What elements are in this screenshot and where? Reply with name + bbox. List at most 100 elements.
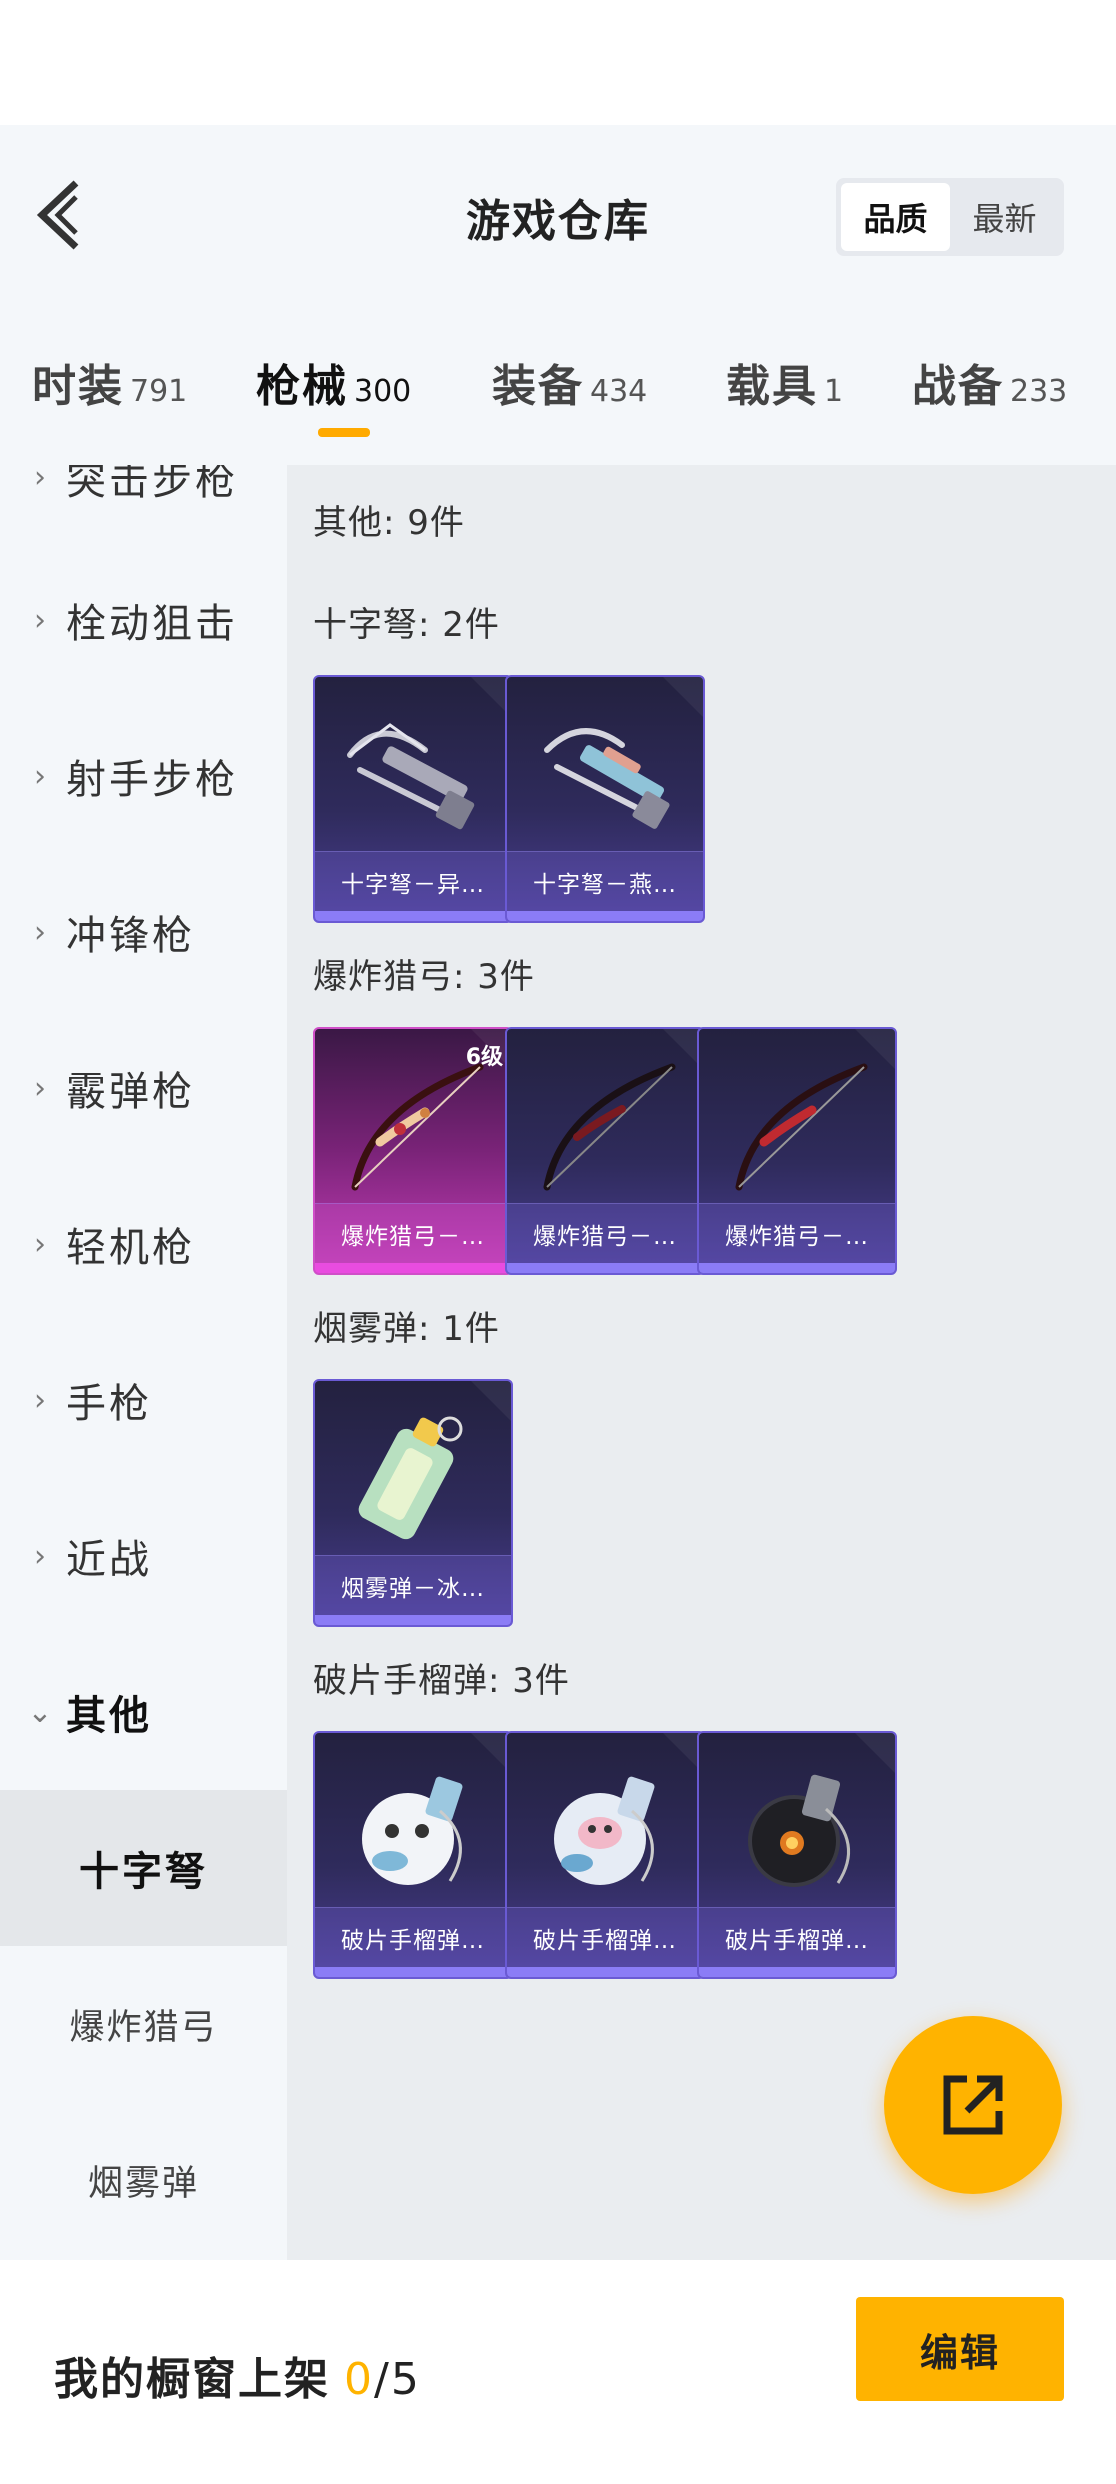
sidebar-item-pistol[interactable]: › 手枪	[0, 1350, 287, 1450]
grenade-icon	[748, 1774, 851, 1887]
group-title-explosive-bow: 爆炸猎弓: 3件	[313, 957, 535, 997]
item-card-crossbow-2[interactable]: 十字弩－燕…	[505, 675, 705, 923]
status-bar	[0, 0, 1116, 125]
tab-guns[interactable]: 枪械 300	[256, 350, 411, 414]
card-bar	[507, 1967, 703, 1977]
sort-option-newest[interactable]: 最新	[950, 183, 1059, 251]
sidebar-item-label: 霰弹枪	[66, 1069, 195, 1115]
card-label: 破片手榴弹…	[315, 1907, 511, 1967]
sidebar-item-lmg[interactable]: › 轻机枪	[0, 1194, 287, 1294]
sidebar-item-melee[interactable]: › 近战	[0, 1506, 287, 1606]
card-label: 十字弩－燕…	[507, 851, 703, 911]
card-bar	[699, 1967, 895, 1977]
item-card-crossbow-1[interactable]: 十字弩－异…	[313, 675, 513, 923]
sidebar-subitem-label: 十字弩	[79, 1849, 208, 1895]
card-label: 爆炸猎弓－…	[507, 1203, 703, 1263]
sidebar-subitem-label: 烟雾弹	[87, 2163, 199, 2204]
card-label: 破片手榴弹…	[507, 1907, 703, 1967]
tab-label: 装备	[492, 361, 584, 412]
item-card-bow-2[interactable]: 爆炸猎弓－…	[505, 1027, 705, 1275]
tab-label: 载具	[726, 361, 818, 412]
crossbow-icon	[347, 723, 475, 830]
card-bar	[315, 911, 511, 921]
sidebar-subitem-crossbow[interactable]: 十字弩	[0, 1790, 287, 1946]
tab-count: 1	[824, 374, 844, 409]
card-bar	[315, 1263, 511, 1273]
sort-toggle: 品质 最新	[836, 178, 1064, 256]
card-bar	[699, 1263, 895, 1273]
item-card-frag-2[interactable]: 破片手榴弹…	[505, 1731, 705, 1979]
sidebar-item-label: 突击步枪	[66, 465, 238, 504]
tab-gear[interactable]: 战备 233	[912, 350, 1067, 414]
item-card-smoke-1[interactable]: 烟雾弹－冰…	[313, 1379, 513, 1627]
sidebar-item-label: 射手步枪	[66, 757, 238, 803]
showcase-status: 我的橱窗上架 0 /5	[54, 2343, 421, 2407]
item-card-frag-1[interactable]: 破片手榴弹…	[313, 1731, 513, 1979]
card-bar	[315, 1967, 511, 1977]
bow-icon	[351, 1063, 484, 1191]
item-card-frag-3[interactable]: 破片手榴弹…	[697, 1731, 897, 1979]
active-tab-indicator	[318, 428, 370, 437]
sidebar-item-bolt-sniper[interactable]: › 栓动狙击	[0, 570, 287, 670]
tab-count: 233	[1010, 374, 1068, 409]
share-button[interactable]	[884, 2016, 1062, 2194]
chevron-right-icon: ›	[34, 1382, 46, 1418]
sidebar-item-other[interactable]: ⌄ 其他	[0, 1662, 287, 1762]
chevron-right-icon: ›	[34, 758, 46, 794]
card-label: 烟雾弹－冰…	[315, 1555, 511, 1615]
chevron-right-icon: ›	[34, 1226, 46, 1262]
sidebar-item-label: 轻机枪	[66, 1225, 195, 1271]
tab-label: 时装	[32, 361, 124, 412]
sidebar-subitem-explosive-bow[interactable]: 爆炸猎弓	[0, 1946, 287, 2102]
showcase-current-count: 0	[344, 2354, 374, 2405]
category-tabs: 时装 791 枪械 300 装备 434 载具 1 战备 233	[0, 340, 1116, 450]
bow-icon	[543, 1063, 676, 1191]
showcase-total: /5	[374, 2354, 421, 2405]
sidebar: › 突击步枪 › 栓动狙击 › 射手步枪 › 冲锋枪 › 霰弹枪 › 轻机枪 ›…	[0, 465, 287, 2260]
group-title-crossbow: 十字弩: 2件	[313, 605, 500, 645]
sidebar-item-label: 近战	[66, 1537, 152, 1583]
showcase-label: 我的橱窗上架	[54, 2354, 330, 2405]
card-bar	[315, 1615, 511, 1625]
sidebar-item-label: 栓动狙击	[66, 601, 238, 647]
sidebar-item-label: 手枪	[66, 1381, 152, 1427]
edit-button[interactable]: 编辑	[856, 2297, 1064, 2401]
bow-icon	[735, 1063, 868, 1191]
group-title-smoke-grenade: 烟雾弹: 1件	[313, 1309, 500, 1349]
chevron-right-icon: ›	[34, 1070, 46, 1106]
sidebar-subitem-label: 爆炸猎弓	[69, 2007, 218, 2048]
sidebar-item-assault-rifle[interactable]: › 突击步枪	[0, 465, 287, 527]
tab-count: 791	[130, 374, 188, 409]
sidebar-item-label: 其他	[66, 1693, 152, 1739]
showcase-footer: 我的橱窗上架 0 /5 编辑	[0, 2260, 1116, 2484]
sidebar-item-smg[interactable]: › 冲锋枪	[0, 882, 287, 982]
sidebar-subitem-smoke-grenade[interactable]: 烟雾弹	[0, 2102, 287, 2258]
chevron-right-icon: ›	[34, 914, 46, 950]
sidebar-item-shotgun[interactable]: › 霰弹枪	[0, 1038, 287, 1138]
smoke-grenade-icon	[358, 1416, 463, 1540]
item-card-bow-3[interactable]: 爆炸猎弓－…	[697, 1027, 897, 1275]
chevron-right-icon: ›	[34, 1538, 46, 1574]
card-label: 爆炸猎弓－…	[699, 1203, 895, 1263]
tab-equipment[interactable]: 装备 434	[492, 350, 647, 414]
card-label: 爆炸猎弓－…	[315, 1203, 511, 1263]
group-title-frag-grenade: 破片手榴弹: 3件	[313, 1661, 570, 1701]
section-title: 其他: 9件	[313, 503, 465, 543]
tab-count: 300	[354, 374, 412, 409]
tab-label: 战备	[912, 361, 1004, 412]
share-icon	[943, 2075, 1003, 2135]
card-label: 十字弩－异…	[315, 851, 511, 911]
crossbow-icon	[544, 728, 670, 829]
grenade-icon	[362, 1776, 463, 1885]
tab-label: 枪械	[256, 361, 348, 412]
item-card-bow-1[interactable]: 6级 爆炸猎弓－…	[313, 1027, 513, 1275]
tab-count: 434	[590, 374, 648, 409]
card-bar	[507, 1263, 703, 1273]
tab-vehicles[interactable]: 载具 1	[726, 350, 843, 414]
chevron-right-icon: ›	[34, 602, 46, 638]
card-bar	[507, 911, 703, 921]
grenade-icon	[554, 1776, 655, 1885]
sidebar-item-marksman-rifle[interactable]: › 射手步枪	[0, 726, 287, 826]
sort-option-quality[interactable]: 品质	[841, 183, 950, 251]
tab-fashion[interactable]: 时装 791	[32, 350, 187, 414]
